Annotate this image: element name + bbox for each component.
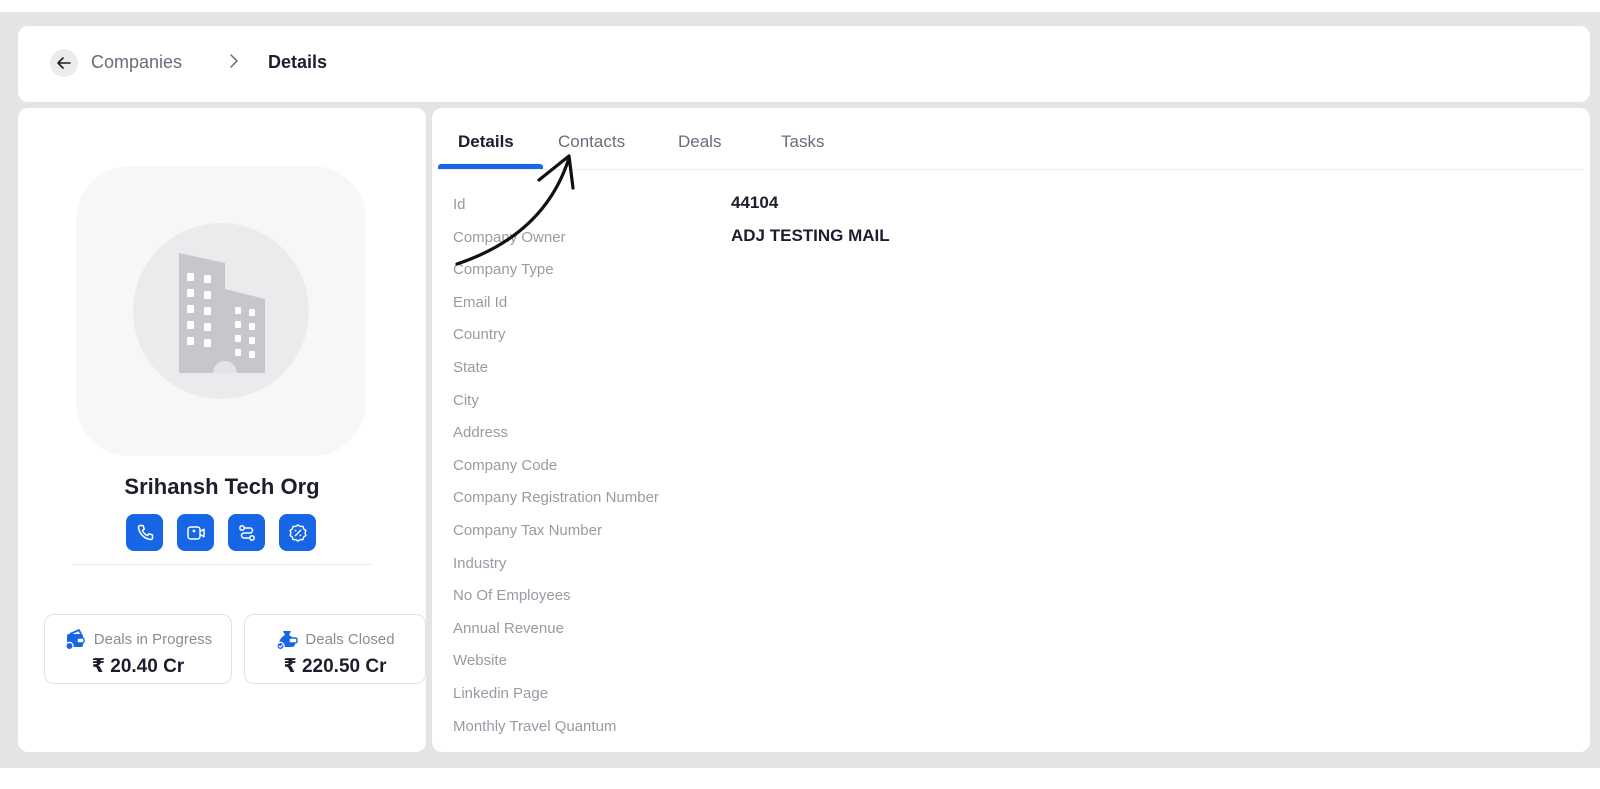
stat-label: Deals in Progress (93, 630, 213, 648)
company-name: Srihansh Tech Org (124, 474, 320, 499)
field-row: Id 44104 (453, 192, 1553, 225)
field-row: Company Code (453, 453, 1553, 486)
video-call-icon (186, 525, 205, 540)
stat-deals-in-progress: Deals in Progress ₹ 20.40 Cr (44, 614, 232, 684)
field-label: Annual Revenue (453, 619, 564, 637)
field-label: Email Id (453, 293, 508, 311)
field-row: No Of Employees (453, 583, 1553, 616)
breadcrumb-bar: Companies Details (18, 26, 1590, 102)
details-fields: Id 44104 Company Owner ADJ TESTING MAIL Comp… (453, 192, 1553, 746)
field-row: State (453, 355, 1553, 388)
field-label: Monthly Travel Quantum (453, 717, 617, 735)
field-label: Website (453, 652, 507, 670)
money-bag-icon (276, 631, 299, 651)
divider (72, 564, 372, 565)
field-label: Industry (453, 554, 507, 572)
chevron-right-icon (230, 54, 238, 68)
call-button[interactable] (126, 514, 163, 551)
route-button[interactable] (228, 514, 265, 551)
arrow-left-icon (57, 57, 71, 69)
back-button[interactable] (50, 49, 78, 77)
tab-bar: Details Contacts Deals Tasks (438, 108, 1584, 170)
phone-icon (137, 524, 153, 540)
building-icon (179, 253, 265, 373)
breadcrumb-companies-link[interactable]: Companies (91, 52, 182, 73)
field-label: No Of Employees (453, 587, 571, 605)
tab-deals[interactable]: Deals (678, 132, 721, 152)
avatar-circle (133, 223, 309, 399)
video-call-button[interactable] (177, 514, 214, 551)
field-row: City (453, 388, 1553, 421)
discount-badge-icon (288, 523, 307, 542)
field-row: Country (453, 322, 1553, 355)
field-label: City (453, 391, 479, 409)
wallet-icon (65, 629, 85, 651)
breadcrumb-current: Details (268, 52, 328, 72)
company-profile-panel: Srihansh Tech Org Deals in Progress ₹ 20… (18, 108, 426, 752)
field-row: Linkedin Page (453, 681, 1553, 714)
company-avatar (76, 166, 366, 456)
discount-button[interactable] (279, 514, 316, 551)
field-row: Email Id (453, 290, 1553, 323)
route-icon (238, 524, 255, 541)
field-row: Company Owner ADJ TESTING MAIL (453, 225, 1553, 258)
field-label: Company Tax Number (453, 521, 602, 539)
field-value: 44104 (731, 193, 779, 212)
details-panel: Details Contacts Deals Tasks Id 44104 Comp… (432, 108, 1590, 752)
field-label: Address (453, 424, 509, 442)
field-row: Company Tax Number (453, 518, 1553, 551)
field-label: Company Registration Number (453, 489, 659, 507)
field-row: Monthly Travel Quantum (453, 714, 1553, 747)
field-row: Company Type (453, 257, 1553, 290)
quick-actions (126, 514, 316, 551)
stat-label: Deals Closed (305, 630, 395, 648)
field-label: State (453, 358, 489, 376)
field-value: ADJ TESTING MAIL (731, 225, 890, 245)
stat-value: ₹ 220.50 Cr (283, 656, 387, 677)
field-label: Country (453, 326, 506, 344)
field-label: Linkedin Page (453, 684, 549, 702)
field-row: Website (453, 648, 1553, 681)
stat-value: ₹ 20.40 Cr (91, 656, 185, 677)
field-row: Address (453, 420, 1553, 453)
stat-deals-closed: Deals Closed ₹ 220.50 Cr (244, 614, 426, 684)
tab-tasks[interactable]: Tasks (781, 132, 824, 152)
field-row: Annual Revenue (453, 616, 1553, 649)
field-label: Company Code (453, 456, 558, 474)
field-row: Industry (453, 551, 1553, 584)
annotation-arrow-icon (455, 154, 575, 266)
field-row: Company Registration Number (453, 485, 1553, 518)
